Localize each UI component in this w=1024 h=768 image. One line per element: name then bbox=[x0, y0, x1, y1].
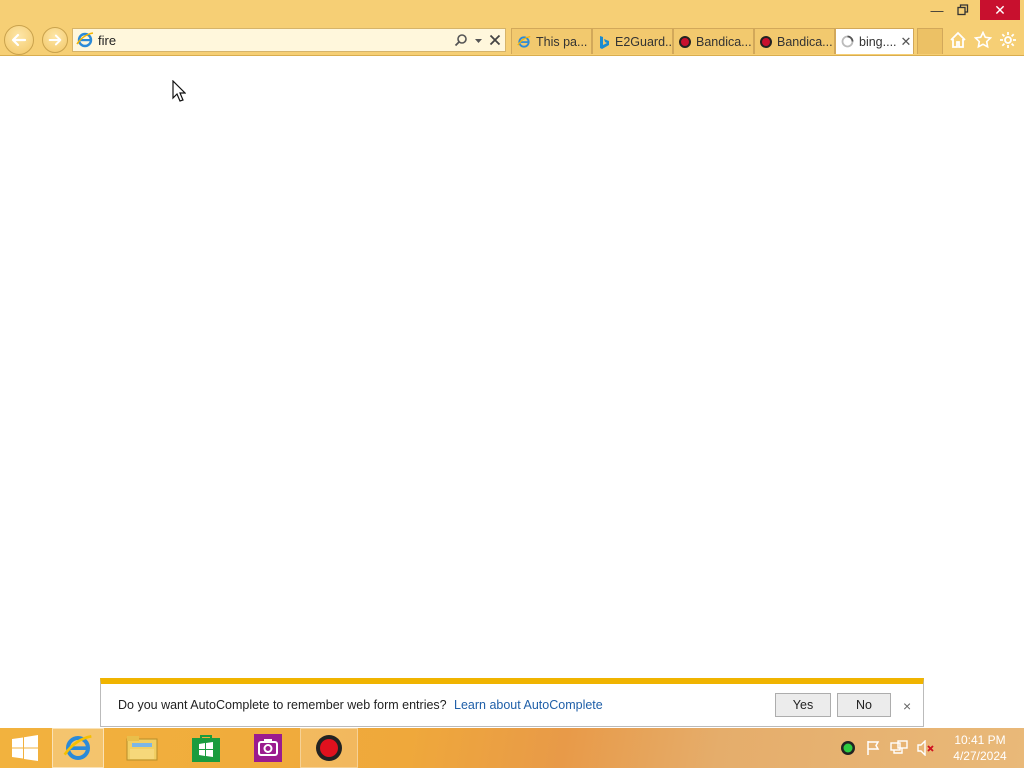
volume-muted-icon[interactable] bbox=[917, 740, 935, 756]
bandicam-icon bbox=[679, 35, 691, 48]
tab-bandicam-1[interactable]: Bandica... bbox=[673, 28, 754, 54]
back-button[interactable] bbox=[4, 25, 34, 55]
tools-button[interactable] bbox=[998, 30, 1018, 50]
taskbar-internet-explorer[interactable] bbox=[52, 728, 104, 768]
forward-arrow-icon bbox=[48, 34, 62, 46]
address-bar[interactable] bbox=[72, 28, 506, 52]
loading-icon bbox=[841, 35, 854, 48]
search-icon[interactable] bbox=[454, 33, 468, 47]
address-input[interactable] bbox=[98, 29, 454, 51]
taskbar-bandicam[interactable] bbox=[300, 728, 358, 768]
bandicam-icon bbox=[760, 35, 772, 48]
clock-date: 4/27/2024 bbox=[953, 749, 1007, 763]
notification-message: Do you want AutoComplete to remember web… bbox=[118, 698, 447, 712]
bandicam-icon bbox=[316, 735, 342, 761]
stop-icon[interactable] bbox=[489, 34, 501, 46]
store-icon bbox=[192, 735, 220, 762]
tab-strip: This pa... E2Guard... Bandica... Bandica… bbox=[511, 28, 943, 54]
bandicam-tray-icon[interactable] bbox=[840, 740, 856, 756]
tab-bandicam-2[interactable]: Bandica... bbox=[754, 28, 835, 54]
tab-this-page[interactable]: This pa... bbox=[511, 28, 592, 54]
tab-label: Bandica... bbox=[696, 34, 752, 49]
no-button[interactable]: No bbox=[837, 693, 891, 717]
toolbar-icons bbox=[948, 30, 1018, 50]
notification-close-button[interactable]: × bbox=[903, 698, 911, 714]
camera-icon bbox=[254, 734, 282, 762]
tab-e2guardian[interactable]: E2Guard... bbox=[592, 28, 673, 54]
clock-time: 10:41 PM bbox=[954, 733, 1006, 747]
tab-label: bing.... bbox=[859, 34, 897, 49]
favorites-button[interactable] bbox=[973, 30, 993, 50]
restore-button[interactable] bbox=[950, 0, 976, 20]
minimize-button[interactable]: — bbox=[922, 0, 952, 20]
taskbar-store[interactable] bbox=[180, 728, 232, 768]
start-icon bbox=[12, 735, 38, 761]
tab-label: This pa... bbox=[536, 34, 588, 49]
yes-button[interactable]: Yes bbox=[775, 693, 831, 717]
star-icon bbox=[974, 31, 992, 49]
learn-autocomplete-link[interactable]: Learn about AutoComplete bbox=[454, 698, 603, 712]
new-tab-button[interactable] bbox=[917, 28, 943, 54]
gear-icon bbox=[1000, 32, 1016, 48]
ie-page-icon bbox=[76, 32, 94, 48]
action-center-flag-icon[interactable] bbox=[865, 740, 881, 756]
back-arrow-icon bbox=[11, 33, 27, 47]
system-tray bbox=[840, 728, 935, 768]
close-window-button[interactable]: ✕ bbox=[980, 0, 1020, 20]
taskbar-camera[interactable] bbox=[242, 728, 294, 768]
taskbar-clock[interactable]: 10:41 PM 4/27/2024 bbox=[945, 732, 1015, 764]
autocomplete-notification-bar: Do you want AutoComplete to remember web… bbox=[100, 678, 924, 727]
tab-label: Bandica... bbox=[777, 34, 833, 49]
ie-icon bbox=[517, 35, 531, 48]
dropdown-arrow-icon[interactable] bbox=[474, 36, 483, 45]
tab-bing-active[interactable]: bing.... ✕ bbox=[835, 28, 914, 54]
internet-explorer-icon bbox=[63, 735, 92, 760]
taskbar-file-explorer[interactable] bbox=[116, 728, 168, 768]
mouse-cursor-icon bbox=[172, 80, 186, 102]
page-content bbox=[0, 57, 1024, 678]
forward-button[interactable] bbox=[42, 27, 68, 53]
restore-icon bbox=[957, 4, 969, 16]
start-button[interactable] bbox=[4, 728, 46, 768]
bing-icon bbox=[600, 35, 609, 49]
taskbar: 10:41 PM 4/27/2024 bbox=[0, 728, 1024, 768]
file-explorer-icon bbox=[126, 736, 158, 761]
network-icon[interactable] bbox=[890, 740, 908, 756]
tab-label: E2Guard... bbox=[615, 34, 672, 49]
home-button[interactable] bbox=[948, 30, 968, 50]
tab-close-button[interactable]: ✕ bbox=[901, 34, 912, 50]
browser-chrome: — ✕ This pa... E2Guard... Bandica... bbox=[0, 0, 1024, 56]
home-icon bbox=[950, 31, 966, 48]
